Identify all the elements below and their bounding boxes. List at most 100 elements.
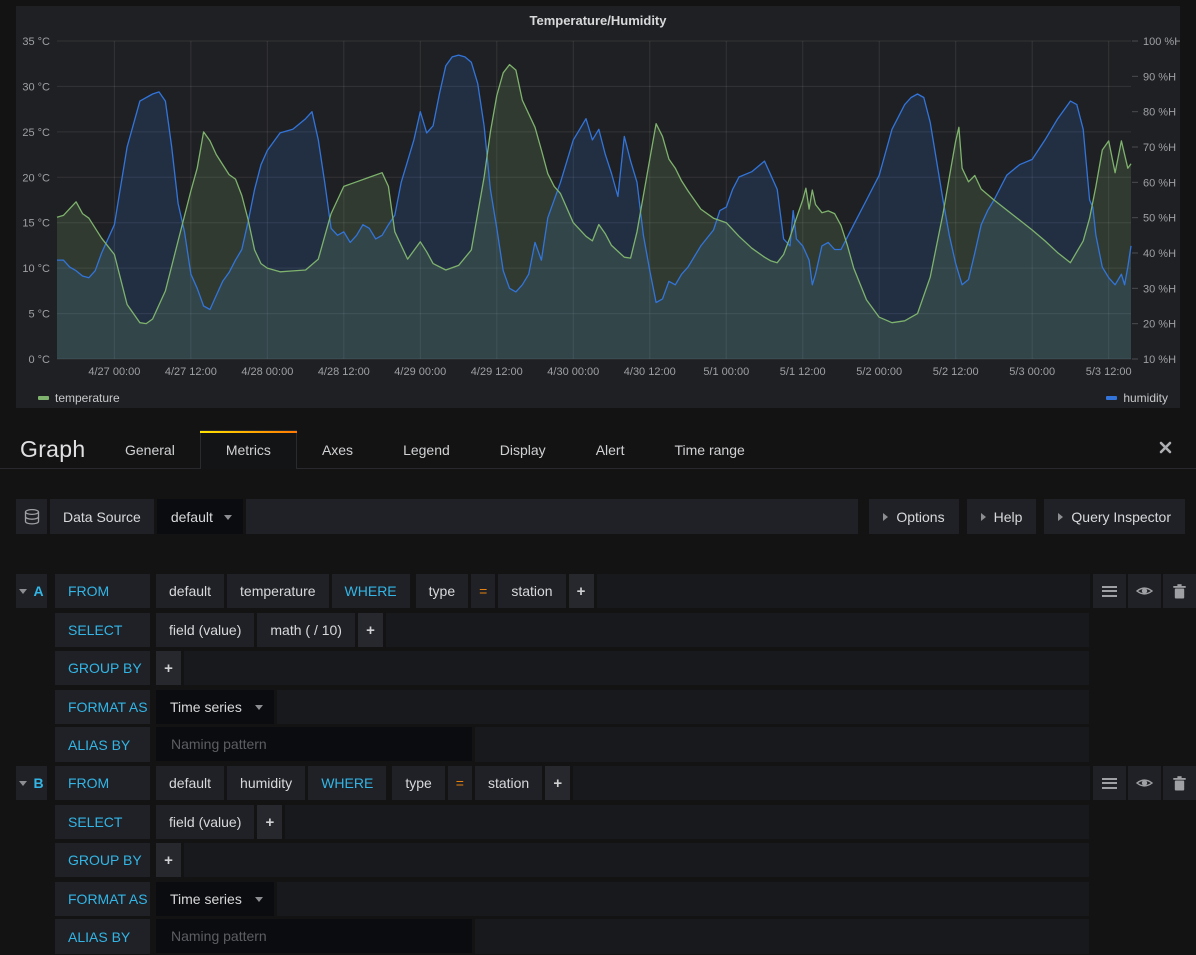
from-keyword: FROM	[55, 574, 150, 608]
query-a-collapse[interactable]: A	[16, 574, 47, 608]
row-spacer	[573, 766, 1090, 800]
chevron-down-icon	[224, 515, 232, 520]
options-button[interactable]: Options	[869, 499, 958, 534]
x-axis-tick: 5/1 12:00	[780, 366, 826, 378]
format-as-select[interactable]: Time series	[156, 690, 274, 724]
chevron-down-icon	[19, 589, 27, 594]
policy-segment[interactable]: default	[156, 574, 224, 608]
row-spacer	[184, 651, 1089, 685]
measurement-segment[interactable]: humidity	[227, 766, 305, 800]
format-as-select[interactable]: Time series	[156, 882, 274, 916]
datasource-row: Data Source default Options Help Query I…	[16, 499, 1185, 534]
y-axis-left-tick: 10 °C	[22, 263, 50, 275]
tab-axes[interactable]: Axes	[297, 430, 378, 469]
query-toggle-visibility-icon[interactable]	[1128, 766, 1161, 800]
chevron-right-icon	[981, 513, 986, 521]
group-by-keyword: GROUP BY	[55, 651, 150, 685]
add-group-by-button[interactable]: +	[156, 843, 181, 877]
y-axis-left-tick: 35 °C	[22, 36, 50, 48]
tag-value-segment[interactable]: station	[498, 574, 565, 608]
tab-metrics[interactable]: Metrics	[200, 430, 297, 469]
y-axis-left-tick: 15 °C	[22, 218, 50, 230]
tab-legend[interactable]: Legend	[378, 430, 475, 469]
legend-label: temperature	[55, 391, 120, 405]
from-keyword: FROM	[55, 766, 150, 800]
row-spacer	[386, 613, 1089, 647]
x-axis-tick: 5/3 00:00	[1009, 366, 1055, 378]
legend-item-humidity[interactable]: humidity	[1106, 391, 1168, 405]
query-b-alias-row: ALIAS BY	[55, 919, 1089, 954]
add-condition-button[interactable]: +	[569, 574, 594, 608]
timeseries-chart[interactable]: 35 °C30 °C25 °C20 °C15 °C10 °C5 °C0 °C10…	[16, 6, 1180, 384]
query-menu-icon[interactable]	[1093, 766, 1126, 800]
tag-value-segment[interactable]: station	[475, 766, 542, 800]
query-delete-icon[interactable]	[1163, 766, 1196, 800]
y-axis-left-tick: 25 °C	[22, 127, 50, 139]
query-delete-icon[interactable]	[1163, 574, 1196, 608]
row-spacer	[277, 882, 1089, 916]
y-axis-left-tick: 30 °C	[22, 81, 50, 93]
query-menu-icon[interactable]	[1093, 574, 1126, 608]
x-axis-tick: 5/2 12:00	[933, 366, 979, 378]
graph-panel: Temperature/Humidity 35 °C30 °C25 °C20 °…	[16, 6, 1180, 408]
datasource-select[interactable]: default	[157, 499, 243, 534]
add-select-button[interactable]: +	[358, 613, 383, 647]
measurement-segment[interactable]: temperature	[227, 574, 328, 608]
panel-type-title: Graph	[20, 436, 85, 463]
query-a-groupby-row: GROUP BY +	[55, 651, 1089, 685]
tab-alert[interactable]: Alert	[571, 430, 650, 469]
query-a-from-row: A FROM default temperature WHERE type = …	[16, 574, 1196, 608]
select-math-segment[interactable]: math ( / 10)	[257, 613, 355, 647]
tag-key-segment[interactable]: type	[392, 766, 444, 800]
alias-input[interactable]	[156, 727, 472, 761]
y-axis-right-tick: 60 %H	[1143, 177, 1176, 189]
row-spacer	[597, 574, 1090, 608]
operator-segment[interactable]: =	[448, 766, 472, 800]
query-toggle-visibility-icon[interactable]	[1128, 574, 1161, 608]
x-axis-tick: 4/27 00:00	[88, 366, 140, 378]
y-axis-right-tick: 30 %H	[1143, 283, 1176, 295]
x-axis-tick: 4/28 00:00	[241, 366, 293, 378]
help-button[interactable]: Help	[967, 499, 1037, 534]
chevron-right-icon	[1058, 513, 1063, 521]
row-spacer	[184, 843, 1089, 877]
group-by-keyword: GROUP BY	[55, 843, 150, 877]
datasource-value: default	[171, 509, 213, 525]
format-value: Time series	[170, 891, 242, 907]
query-b-groupby-row: GROUP BY +	[55, 843, 1089, 877]
query-ref: A	[33, 583, 43, 599]
add-group-by-button[interactable]: +	[156, 651, 181, 685]
chevron-down-icon	[19, 781, 27, 786]
row-spacer	[475, 727, 1089, 762]
add-condition-button[interactable]: +	[545, 766, 570, 800]
x-axis-tick: 4/30 00:00	[547, 366, 599, 378]
close-icon[interactable]	[1159, 441, 1172, 454]
operator-segment[interactable]: =	[471, 574, 495, 608]
datasource-row-spacer	[246, 499, 858, 534]
tab-time-range[interactable]: Time range	[649, 430, 769, 469]
y-axis-left-tick: 5 °C	[28, 309, 50, 321]
query-inspector-button[interactable]: Query Inspector	[1044, 499, 1185, 534]
select-field-segment[interactable]: field (value)	[156, 613, 254, 647]
y-axis-right-tick: 50 %H	[1143, 213, 1176, 225]
x-axis-tick: 5/2 00:00	[856, 366, 902, 378]
query-b-collapse[interactable]: B	[16, 766, 47, 800]
humidity-legend-swatch	[1106, 396, 1117, 400]
policy-segment[interactable]: default	[156, 766, 224, 800]
format-as-keyword: FORMAT AS	[55, 882, 150, 916]
query-a-select-row: SELECT field (value) math ( / 10) +	[55, 613, 1089, 647]
query-b-format-row: FORMAT AS Time series	[55, 882, 1089, 916]
chevron-down-icon	[255, 897, 263, 902]
row-spacer	[475, 919, 1089, 954]
query-a-alias-row: ALIAS BY	[55, 727, 1089, 762]
tag-key-segment[interactable]: type	[416, 574, 468, 608]
add-select-button[interactable]: +	[257, 805, 282, 839]
legend-item-temperature[interactable]: temperature	[38, 391, 120, 405]
tab-general[interactable]: General	[100, 430, 200, 469]
where-keyword: WHERE	[308, 766, 386, 800]
y-axis-right-tick: 90 %H	[1143, 71, 1176, 83]
select-field-segment[interactable]: field (value)	[156, 805, 254, 839]
alias-input[interactable]	[156, 919, 472, 953]
y-axis-left-tick: 20 °C	[22, 172, 50, 184]
tab-display[interactable]: Display	[475, 430, 571, 469]
